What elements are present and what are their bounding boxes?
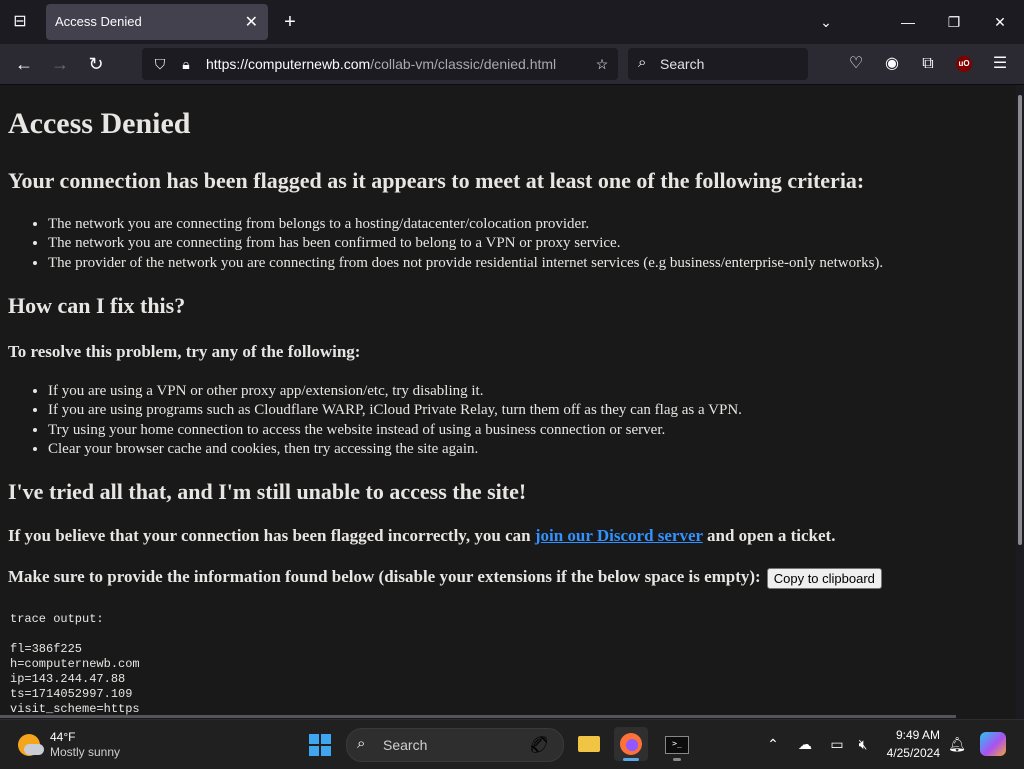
- notification-bell-icon[interactable]: 🔔︎: [946, 733, 968, 755]
- fix-heading: How can I fix this?: [8, 293, 186, 318]
- back-icon[interactable]: ←: [10, 52, 38, 76]
- reload-icon[interactable]: ↻: [82, 52, 110, 76]
- show-hidden-icons-icon[interactable]: ⌃: [762, 733, 784, 755]
- tab-title: Access Denied: [55, 14, 142, 29]
- tracking-shield-icon[interactable]: ⛉: [150, 54, 170, 74]
- volume-muted-icon[interactable]: 🔇︎: [852, 733, 874, 755]
- search-icon: ⌕: [357, 735, 366, 752]
- start-windows-icon[interactable]: [309, 734, 331, 756]
- extensions-icon[interactable]: ⧉: [916, 52, 940, 76]
- copilot-icon[interactable]: [980, 732, 1006, 756]
- url-bar[interactable]: ⛉ 🔒︎ https://computernewb.com/collab-vm/…: [142, 48, 618, 80]
- new-tab-icon[interactable]: +: [278, 10, 302, 34]
- list-item: The network you are connecting from has …: [48, 234, 883, 253]
- menu-icon[interactable]: ☰: [988, 52, 1012, 76]
- terminal-icon[interactable]: >_: [660, 727, 694, 761]
- onedrive-offline-icon[interactable]: ☁: [794, 733, 816, 755]
- fixes-list: If you are using a VPN or other proxy ap…: [8, 382, 742, 459]
- incorrect-flag-paragraph: If you believe that your connection has …: [8, 526, 836, 545]
- discord-link[interactable]: join our Discord server: [535, 526, 703, 545]
- nav-toolbar: ← → ↻ ⛉ 🔒︎ https://computernewb.com/coll…: [0, 44, 1024, 85]
- search-highlight-icon: 🏈︎: [528, 737, 549, 754]
- tab-access-denied[interactable]: Access Denied ✕: [46, 4, 268, 40]
- copy-to-clipboard-button[interactable]: Copy to clipboard: [766, 567, 882, 589]
- still-unable-heading: I've tried all that, and I'm still unabl…: [8, 479, 527, 504]
- list-item: The network you are connecting from belo…: [48, 215, 883, 234]
- file-explorer-icon[interactable]: [572, 727, 606, 761]
- taskbar-search-placeholder: Search: [383, 737, 428, 753]
- clock-date[interactable]: 4/25/2024: [872, 746, 940, 760]
- list-item: If you are using a VPN or other proxy ap…: [48, 382, 742, 401]
- provide-info-paragraph: Make sure to provide the information fou…: [8, 567, 882, 589]
- list-item: Clear your browser cache and cookies, th…: [48, 440, 742, 459]
- search-icon: ⌕: [638, 54, 647, 71]
- tab-strip: ⊟ Access Denied ✕ + ⌄ — ❐ ✕: [0, 0, 1024, 44]
- bookmark-star-icon[interactable]: ☆: [592, 54, 612, 74]
- trace-line: ip=143.244.47.88: [10, 672, 126, 686]
- criteria-list: The network you are connecting from belo…: [8, 215, 883, 273]
- list-item: The provider of the network you are conn…: [48, 254, 883, 273]
- trace-output: trace output: fl=386f225 h=computernewb.c…: [10, 612, 140, 716]
- weather-description[interactable]: Mostly sunny: [50, 745, 120, 759]
- resolve-heading: To resolve this problem, try any of the …: [8, 342, 361, 361]
- network-icon[interactable]: ▭: [826, 733, 848, 755]
- trace-line: h=computernewb.com: [10, 657, 140, 671]
- taskbar: 44°F Mostly sunny ⌕ Search 🏈︎ >_ ⌃ ☁ ▭ 🔇…: [0, 719, 1024, 769]
- firefox-icon[interactable]: [614, 727, 648, 761]
- account-icon[interactable]: ◉: [880, 52, 904, 76]
- restore-icon[interactable]: ❐: [934, 10, 974, 34]
- list-all-tabs-icon[interactable]: ⊟: [8, 10, 32, 34]
- close-window-icon[interactable]: ✕: [980, 10, 1020, 34]
- trace-line: ts=1714052997.109: [10, 687, 133, 701]
- url-text[interactable]: https://computernewb.com/collab-vm/class…: [206, 56, 556, 72]
- trace-line: fl=386f225: [10, 642, 83, 656]
- page-content: Access Denied Your connection has been f…: [0, 85, 1016, 719]
- list-item: Try using your home connection to access…: [48, 421, 742, 440]
- close-tab-icon[interactable]: ✕: [245, 12, 258, 32]
- weather-temperature[interactable]: 44°F: [50, 730, 75, 744]
- horizontal-scrollbar[interactable]: [0, 715, 956, 718]
- scrollbar-thumb[interactable]: [1018, 95, 1022, 545]
- search-placeholder: Search: [660, 56, 705, 72]
- clock-time[interactable]: 9:49 AM: [880, 728, 940, 742]
- list-item: If you are using programs such as Cloudf…: [48, 401, 742, 420]
- pocket-icon[interactable]: ♡: [844, 52, 868, 76]
- flagged-heading: Your connection has been flagged as it a…: [8, 168, 865, 193]
- search-bar[interactable]: ⌕ Search: [628, 48, 808, 80]
- minimize-icon[interactable]: —: [888, 10, 928, 34]
- weather-sunny-icon[interactable]: [18, 734, 44, 756]
- taskbar-search[interactable]: ⌕ Search 🏈︎: [346, 728, 564, 762]
- tab-overflow-chevron-icon[interactable]: ⌄: [806, 10, 846, 34]
- forward-icon[interactable]: →: [46, 52, 74, 76]
- lock-icon[interactable]: 🔒︎: [176, 54, 196, 74]
- page-title: Access Denied: [8, 107, 191, 140]
- ublock-origin-icon[interactable]: uO: [956, 56, 972, 72]
- vertical-scrollbar[interactable]: [1016, 85, 1024, 719]
